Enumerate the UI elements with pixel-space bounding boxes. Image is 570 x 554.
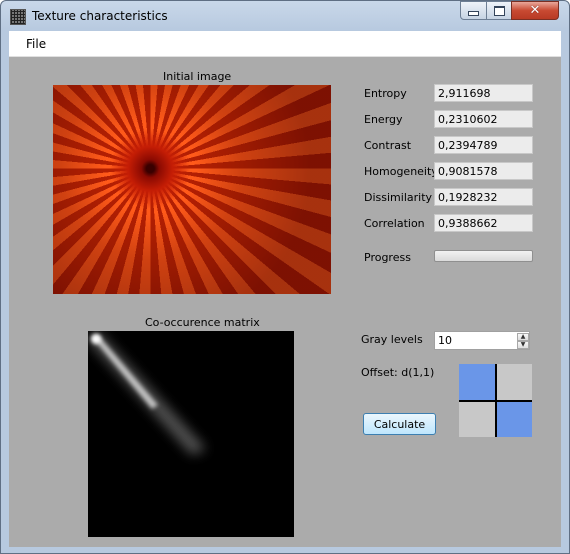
stat-value-contrast[interactable]: 0,2394789 (434, 136, 533, 154)
maximize-button[interactable] (486, 1, 512, 20)
gray-levels-value[interactable]: 10 (438, 334, 452, 347)
stat-label-correlation: Correlation (364, 217, 425, 230)
spin-up-icon[interactable]: ▲ (517, 333, 529, 341)
offset-label: Offset: d(1,1) (361, 366, 435, 379)
stat-label-homogeneity: Homogeneity (364, 165, 438, 178)
stat-value-entropy[interactable]: 2,911698 (434, 84, 533, 102)
menu-bar: File (9, 31, 561, 57)
stat-label-entropy: Entropy (364, 87, 407, 100)
offset-grid[interactable] (459, 364, 532, 437)
offset-cell[interactable] (496, 364, 532, 400)
stat-label-energy: Energy (364, 113, 403, 126)
gray-levels-label: Gray levels (361, 333, 423, 346)
client-area: Initial image Co-occurence matrix Entrop… (9, 57, 561, 547)
spin-down-icon[interactable]: ▼ (517, 341, 529, 349)
stat-label-contrast: Contrast (364, 139, 412, 152)
minimize-icon (468, 11, 479, 16)
minimize-button[interactable] (460, 1, 487, 20)
app-icon (10, 9, 26, 25)
progress-bar (434, 250, 533, 262)
stat-value-energy[interactable]: 0,2310602 (434, 110, 533, 128)
cooccurrence-caption: Co-occurence matrix (145, 316, 260, 329)
initial-image (53, 85, 331, 294)
offset-cell[interactable] (459, 401, 495, 437)
calculate-button[interactable]: Calculate (363, 413, 436, 435)
close-button[interactable]: ✕ (511, 1, 559, 20)
stat-value-correlation[interactable]: 0,9388662 (434, 214, 533, 232)
close-icon: ✕ (529, 3, 541, 18)
offset-cell[interactable] (459, 364, 495, 400)
window-title: Texture characteristics (32, 9, 168, 23)
stat-value-dissimilarity[interactable]: 0,1928232 (434, 188, 533, 206)
stat-label-dissimilarity: Dissimilarity (364, 191, 433, 204)
initial-image-caption: Initial image (163, 70, 232, 83)
title-bar[interactable]: Texture characteristics ✕ (1, 1, 569, 31)
grid-divider-horizontal (459, 400, 532, 402)
progress-label: Progress (364, 251, 411, 264)
maximize-icon (493, 5, 505, 16)
gray-levels-stepper[interactable]: 10 ▲ ▼ (434, 331, 530, 350)
menu-item-file[interactable]: File (26, 37, 46, 51)
stat-value-homogeneity[interactable]: 0,9081578 (434, 162, 533, 180)
offset-cell[interactable] (496, 401, 532, 437)
app-window: Texture characteristics ✕ File Initial i… (0, 0, 570, 554)
cooccurrence-matrix-image (88, 331, 294, 537)
